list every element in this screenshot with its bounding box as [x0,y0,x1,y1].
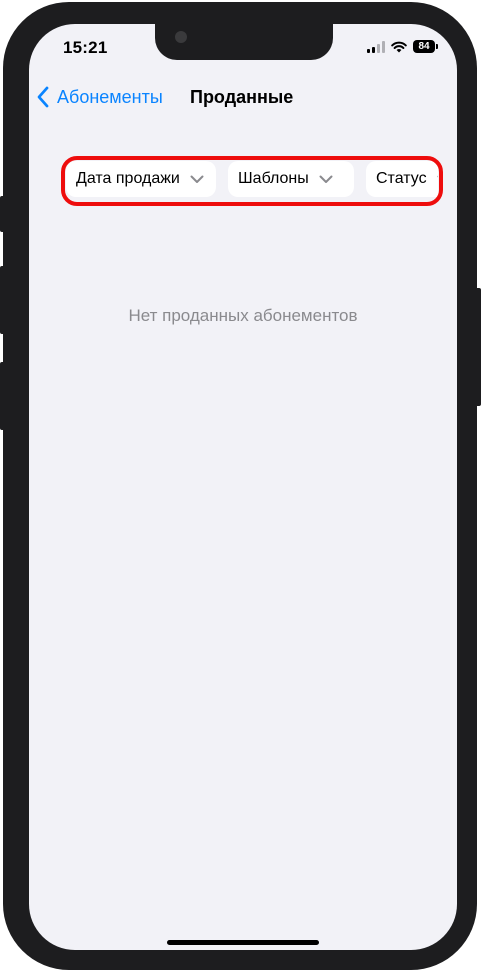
status-time: 15:21 [63,38,108,57]
camera-icon [175,31,187,43]
home-indicator[interactable] [167,940,319,945]
notch [155,24,333,60]
battery-icon: 84 [413,40,438,53]
back-button[interactable]: Абонементы [37,82,163,112]
back-button-label: Абонементы [57,86,163,107]
empty-state-message: Нет проданных абонементов [128,306,358,325]
status-icons: 84 [367,40,438,53]
cellular-signal-icon [367,40,385,53]
navigation-bar: Абонементы Проданные [29,82,457,112]
page-title: Проданные [190,87,294,107]
screen: 15:21 84 Абонементы Проданные Дата прода… [29,24,457,950]
wifi-icon [391,41,407,52]
chevron-left-icon [37,86,49,108]
highlight-box [61,156,443,206]
phone-frame: 15:21 84 Абонементы Проданные Дата прода… [3,2,477,970]
